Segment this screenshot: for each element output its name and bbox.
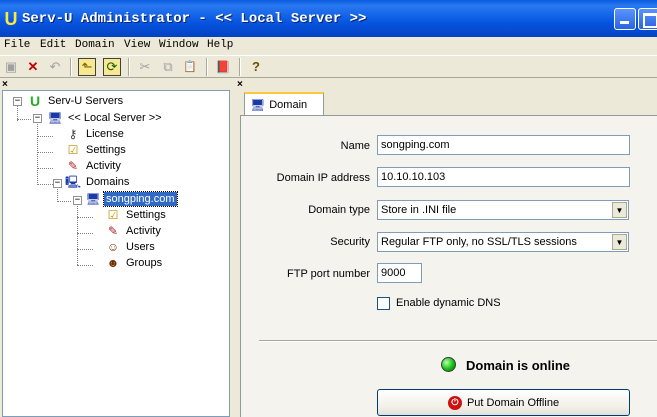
power-off-icon: ⏻ xyxy=(447,395,462,410)
menu-view[interactable]: View xyxy=(124,38,150,52)
delete-icon[interactable]: ✕ xyxy=(24,58,42,76)
detail-close-icon[interactable]: × xyxy=(237,79,243,90)
toolbar-separator xyxy=(239,58,241,76)
tree-close-icon[interactable]: × xyxy=(2,79,8,90)
chevron-down-icon[interactable]: ▼ xyxy=(612,234,627,250)
menu-window[interactable]: Window xyxy=(159,38,199,52)
servu-logo-icon: U xyxy=(29,93,41,109)
tab-domain[interactable]: 🖥 Domain xyxy=(244,92,324,116)
refresh-icon[interactable]: ⟳ xyxy=(103,58,121,76)
cut-icon[interactable]: ✂ xyxy=(136,58,154,76)
maximize-button[interactable] xyxy=(638,8,657,30)
tree-pane: × − − − − U Serv-U Servers 🖥 << Local Se… xyxy=(0,79,231,417)
ip-label: Domain IP address xyxy=(276,172,370,184)
domain-type-label: Domain type xyxy=(308,204,370,216)
settings-check-icon: ☑ xyxy=(107,208,119,222)
dynamic-dns-checkbox[interactable] xyxy=(377,297,390,310)
domain-properties-panel: Name songping.com Domain IP address 10.1… xyxy=(240,115,657,417)
put-domain-offline-button[interactable]: ⏻ Put Domain Offline xyxy=(377,389,630,416)
menu-domain[interactable]: Domain xyxy=(75,38,115,52)
menu-edit[interactable]: Edit xyxy=(40,38,66,52)
up-folder-icon[interactable]: ⬑ xyxy=(78,58,96,76)
online-status-icon xyxy=(441,357,456,372)
copy-icon[interactable]: ⧉ xyxy=(159,58,177,76)
tree-item-domains[interactable]: 🖳 Domains xyxy=(65,174,131,190)
menu-bar: File Edit Domain View Window Help xyxy=(0,37,657,54)
window-title: Serv-U Administrator - << Local Server >… xyxy=(22,11,367,27)
menu-help[interactable]: Help xyxy=(207,38,233,52)
tree-item-settings[interactable]: ☑ Settings xyxy=(65,142,128,158)
toolbar-separator xyxy=(70,58,72,76)
toolbar-separator xyxy=(206,58,208,76)
settings-check-icon: ☑ xyxy=(67,143,79,157)
dynamic-dns-label: Enable dynamic DNS xyxy=(396,297,501,309)
port-field[interactable]: 9000 xyxy=(377,263,422,283)
name-label: Name xyxy=(340,140,370,152)
groups-icon: ☻ xyxy=(106,256,120,270)
save-icon[interactable]: ▣ xyxy=(2,58,20,76)
tree-item-license[interactable]: ⚷ License xyxy=(65,126,126,142)
expander-domains[interactable]: − xyxy=(53,179,62,188)
tree-item-local-server[interactable]: 🖥 << Local Server >> xyxy=(47,110,164,126)
tree-item-users[interactable]: ☺ Users xyxy=(105,239,157,255)
paste-icon[interactable]: 📋 xyxy=(181,58,199,76)
port-label: FTP port number xyxy=(287,268,370,280)
tree-item-servu-servers[interactable]: U Serv-U Servers xyxy=(27,93,125,109)
expander-server[interactable]: − xyxy=(33,114,42,123)
tree-item-activity[interactable]: ✎ Activity xyxy=(65,158,123,174)
toolbar-separator xyxy=(128,58,130,76)
tree-item-domain-songping[interactable]: 🖥 songping.com xyxy=(85,191,178,207)
detail-pane: × 🖥 Domain Name songping.com Domain IP a… xyxy=(235,79,657,417)
tree-item-domain-activity[interactable]: ✎ Activity xyxy=(105,223,163,239)
users-icon: ☺ xyxy=(106,240,120,254)
domain-type-select[interactable]: Store in .INI file ▼ xyxy=(377,200,629,220)
status-text: Domain is online xyxy=(466,358,571,373)
computer-icon: 🖥 xyxy=(250,98,266,112)
computer-icon: 🖥 xyxy=(47,111,63,125)
computer-icon: 🖥 xyxy=(85,192,101,206)
expander-domain[interactable]: − xyxy=(73,196,82,205)
expander-root[interactable]: − xyxy=(13,97,22,106)
help-icon[interactable]: ? xyxy=(247,58,265,76)
name-field[interactable]: songping.com xyxy=(377,135,630,155)
toolbar: ▣ ✕ ↶ ⬑ ⟳ ✂ ⧉ 📋 📕 ? xyxy=(0,55,657,78)
tree-item-groups[interactable]: ☻ Groups xyxy=(105,255,164,271)
undo-icon[interactable]: ↶ xyxy=(46,58,64,76)
security-label: Security xyxy=(330,236,370,248)
ip-address-field[interactable]: 10.10.10.103 xyxy=(377,167,630,187)
divider xyxy=(259,340,657,342)
security-select[interactable]: Regular FTP only, no SSL/TLS sessions ▼ xyxy=(377,232,629,252)
chevron-down-icon[interactable]: ▼ xyxy=(612,202,627,218)
activity-icon: ✎ xyxy=(67,159,79,173)
minimize-button[interactable] xyxy=(614,8,636,30)
menu-file[interactable]: File xyxy=(4,38,30,52)
title-bar[interactable]: U Serv-U Administrator - << Local Server… xyxy=(0,0,657,37)
key-icon: ⚷ xyxy=(68,127,78,141)
servu-logo-icon: U xyxy=(4,9,18,29)
activity-icon: ✎ xyxy=(107,224,119,238)
book-icon[interactable]: 📕 xyxy=(214,58,232,76)
tree-item-domain-settings[interactable]: ☑ Settings xyxy=(105,207,168,223)
server-tree[interactable]: − − − − U Serv-U Servers 🖥 << Local Serv… xyxy=(2,90,230,417)
domains-icon: 🖳 xyxy=(65,175,82,189)
